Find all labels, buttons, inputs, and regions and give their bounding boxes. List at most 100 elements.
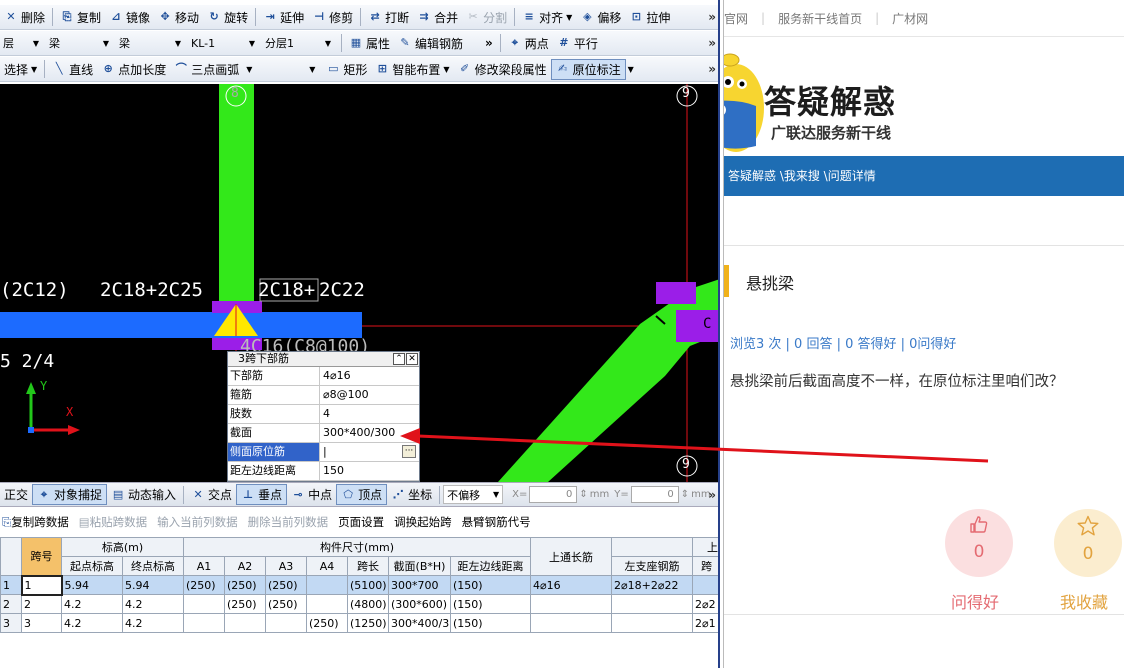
table-cell[interactable]: (250) [183, 575, 225, 595]
property-row[interactable]: 箍筋 ⌀8@100 [228, 386, 419, 405]
rebar-label-left[interactable]: (2C12) [0, 279, 69, 301]
ellipsis-button-icon[interactable]: ··· [402, 445, 416, 458]
property-value-side-rebar[interactable]: | ··· [320, 443, 419, 461]
table-cell[interactable]: (250) [265, 575, 307, 595]
toolbar-overflow-icon[interactable]: » [708, 36, 716, 50]
property-row[interactable]: 肢数 4 [228, 405, 419, 424]
table-cell[interactable] [611, 613, 694, 633]
page-setup-button[interactable]: 页面设置 [338, 514, 384, 530]
favorite-label[interactable]: 我收藏 [1060, 589, 1108, 613]
midpoint-snap-toggle[interactable]: ⊸ 中点 [287, 484, 336, 505]
column-header[interactable]: 起点标高 [61, 556, 123, 576]
table-cell-span[interactable]: 2 [21, 594, 62, 614]
y-coordinate-input[interactable]: 0 [630, 486, 679, 503]
object-snap-toggle[interactable]: ⌖ 对象捕捉 [32, 484, 108, 505]
table-cell[interactable] [611, 594, 694, 614]
beam-span-blue[interactable] [0, 312, 362, 338]
spin-arrows-icon[interactable]: ⇕ [579, 489, 587, 500]
column-header[interactable]: 跨长 [347, 556, 389, 576]
rebar-label-right-b[interactable]: 2C22 [319, 279, 365, 301]
property-value-stirrup[interactable]: ⌀8@100 [320, 386, 419, 404]
table-cell[interactable] [183, 594, 225, 614]
edit-rebar-button[interactable]: ✎ 编辑钢筋 [394, 33, 467, 54]
nav-link-material-site[interactable]: 广材网 [892, 10, 928, 27]
status-overflow-icon[interactable]: » [708, 488, 716, 502]
table-cell[interactable] [306, 594, 348, 614]
input-current-column-button[interactable]: 输入当前列数据 [157, 514, 238, 530]
property-value-section[interactable]: 300*400/300 [320, 424, 419, 442]
nav-link-service-home[interactable]: 服务新干线首页 [778, 10, 862, 27]
x-coordinate-field[interactable]: X= 0 ⇕ mm [512, 486, 609, 503]
property-row[interactable]: 距左边线距离 150 [228, 462, 419, 481]
column-header[interactable]: A4 [306, 556, 348, 576]
cantilever-rebar-code-button[interactable]: 悬臂钢筋代号 [462, 514, 531, 530]
breadcrumb-text[interactable]: 答疑解惑 \我来搜 \问题详情 [728, 169, 876, 183]
line-button[interactable]: ╲ 直线 [48, 59, 97, 80]
table-cell[interactable] [265, 613, 307, 633]
smart-layout-button[interactable]: ⊞ 智能布置 ▼ [371, 59, 453, 80]
three-point-arc-button[interactable]: ⌒ 三点画弧 ▼ [170, 59, 256, 80]
property-row-selected[interactable]: 侧面原位筋 | ··· [228, 443, 419, 462]
table-cell[interactable]: 4.2 [61, 594, 123, 614]
delete-button[interactable]: ✕ 删除 [0, 7, 49, 28]
y-coordinate-field[interactable]: Y= 0 ⇕ mm [614, 486, 711, 503]
copy-button[interactable]: ⎘ 复制 [56, 7, 105, 28]
top-through-rebar-header[interactable]: 上通长筋 [530, 537, 613, 576]
table-cell[interactable]: (250) [306, 613, 348, 633]
parallel-button[interactable]: # 平行 [553, 33, 602, 54]
split-button[interactable]: ✂ 分割 [462, 7, 511, 28]
property-row[interactable]: 下部筋 4⌀16 [228, 367, 419, 386]
table-cell[interactable]: 5.94 [122, 575, 184, 595]
coordinate-toggle[interactable]: ⋰ 坐标 [387, 484, 436, 505]
in-situ-annotation-button[interactable]: ✍ 原位标注 [550, 58, 626, 80]
align-button[interactable]: ≡ 对齐 ▼ [518, 7, 576, 28]
spin-arrows-icon[interactable]: ⇕ [681, 489, 689, 500]
move-button[interactable]: ✥ 移动 [154, 7, 203, 28]
table-cell-span[interactable]: 1 [20, 574, 63, 596]
column-header[interactable]: 左支座钢筋 [611, 556, 694, 576]
property-value-left-distance[interactable]: 150 [320, 462, 419, 480]
vertex-snap-toggle[interactable]: ⬠ 顶点 [336, 484, 388, 505]
delete-current-column-button[interactable]: 删除当前列数据 [248, 514, 329, 530]
stretch-button[interactable]: ⊡ 拉伸 [625, 7, 674, 28]
table-cell[interactable]: 300*700 [388, 575, 451, 595]
rotate-button[interactable]: ↻ 旋转 [203, 7, 252, 28]
floor-select[interactable]: 层 ▼ [0, 34, 42, 53]
extend-button[interactable]: ⇥ 延伸 [259, 7, 308, 28]
property-value-bottom-rebar[interactable]: 4⌀16 [320, 367, 419, 385]
table-row[interactable]: 1 1 5.94 5.94 (250) (250) (250) (5100) 3… [0, 574, 720, 596]
like-button[interactable]: 0 [945, 509, 1013, 577]
toolbar-overflow-icon[interactable]: » [708, 62, 716, 76]
column-header[interactable]: A1 [183, 556, 225, 576]
table-cell[interactable]: (5100) [347, 575, 389, 595]
like-label[interactable]: 问得好 [951, 589, 999, 613]
table-cell[interactable]: (150) [449, 613, 532, 633]
table-cell[interactable]: 4.2 [122, 613, 184, 633]
column-beam-vertical[interactable] [219, 84, 254, 306]
mirror-button[interactable]: ⊿ 镜像 [105, 7, 154, 28]
component-type-select[interactable]: 梁 ▼ [46, 34, 112, 53]
merge-button[interactable]: ⇉ 合并 [413, 7, 462, 28]
span-number-header[interactable]: 跨号 [21, 537, 62, 576]
offset-button[interactable]: ◈ 偏移 [576, 7, 625, 28]
layer-select[interactable]: 分层1 ▼ [262, 34, 334, 53]
column-header[interactable]: 跨 [692, 556, 720, 576]
column-header[interactable]: 终点标高 [122, 556, 184, 576]
table-cell[interactable]: 300*400/3 [388, 613, 451, 633]
close-icon[interactable]: ✕ [406, 353, 418, 365]
table-cell[interactable]: (4800) [347, 594, 389, 614]
trim-button[interactable]: ⊣ 修剪 [308, 7, 357, 28]
table-cell[interactable]: (150) [449, 594, 532, 614]
table-cell[interactable]: 2⌀18+2⌀22 [611, 575, 694, 595]
break-button[interactable]: ⇄ 打断 [364, 7, 413, 28]
table-cell[interactable]: 4⌀16 [530, 575, 613, 595]
table-cell[interactable]: 4.2 [122, 594, 184, 614]
row-index[interactable]: 2 [0, 594, 22, 614]
table-cell[interactable] [530, 594, 613, 614]
table-cell[interactable] [530, 613, 613, 633]
offset-mode-select[interactable]: 不偏移 ▼ [443, 485, 504, 504]
table-cell[interactable]: (250) [224, 575, 266, 595]
point-length-button[interactable]: ⊕ 点加长度 [97, 59, 170, 80]
rebar-label-right-a[interactable]: 2C18+ [258, 279, 315, 301]
select-button[interactable]: 选择 ▼ [0, 59, 41, 80]
